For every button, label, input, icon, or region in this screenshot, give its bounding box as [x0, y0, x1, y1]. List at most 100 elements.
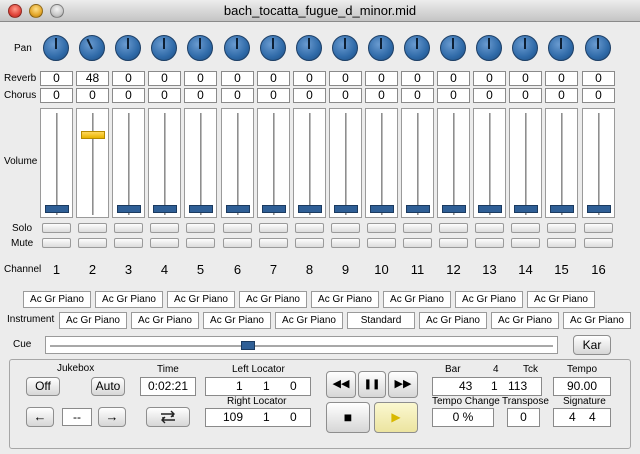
- solo-button[interactable]: [42, 223, 71, 233]
- volume-fader-thumb[interactable]: [153, 205, 177, 213]
- pan-knob[interactable]: [296, 35, 322, 61]
- instrument-button[interactable]: Ac Gr Piano: [23, 291, 91, 308]
- solo-button[interactable]: [114, 223, 143, 233]
- solo-button[interactable]: [331, 223, 360, 233]
- mute-button[interactable]: [475, 238, 504, 248]
- reverb-field[interactable]: 0: [545, 71, 578, 86]
- volume-fader-thumb[interactable]: [262, 205, 286, 213]
- pan-knob[interactable]: [440, 35, 466, 61]
- instrument-button[interactable]: Ac Gr Piano: [275, 312, 343, 329]
- loop-button[interactable]: [146, 407, 190, 427]
- signature-field[interactable]: 4 4: [553, 408, 611, 427]
- reverb-field[interactable]: 0: [293, 71, 326, 86]
- volume-fader[interactable]: [76, 108, 109, 218]
- chorus-field[interactable]: 0: [40, 88, 73, 103]
- solo-button[interactable]: [259, 223, 288, 233]
- solo-button[interactable]: [78, 223, 107, 233]
- volume-fader-thumb[interactable]: [370, 205, 394, 213]
- reverb-field[interactable]: 0: [509, 71, 542, 86]
- volume-fader-thumb[interactable]: [514, 205, 538, 213]
- cue-slider-thumb[interactable]: [241, 341, 255, 350]
- solo-button[interactable]: [475, 223, 504, 233]
- volume-fader-thumb[interactable]: [81, 131, 105, 139]
- volume-fader-thumb[interactable]: [334, 205, 358, 213]
- instrument-button[interactable]: Ac Gr Piano: [311, 291, 379, 308]
- volume-fader[interactable]: [148, 108, 181, 218]
- volume-fader[interactable]: [437, 108, 470, 218]
- jukebox-off-button[interactable]: Off: [26, 377, 60, 396]
- instrument-button[interactable]: Ac Gr Piano: [167, 291, 235, 308]
- mute-button[interactable]: [186, 238, 215, 248]
- reverb-field[interactable]: 0: [148, 71, 181, 86]
- solo-button[interactable]: [223, 223, 252, 233]
- chorus-field[interactable]: 0: [473, 88, 506, 103]
- pause-button[interactable]: ❚❚: [358, 371, 386, 398]
- instrument-button[interactable]: Ac Gr Piano: [419, 312, 487, 329]
- volume-fader[interactable]: [473, 108, 506, 218]
- volume-fader-thumb[interactable]: [406, 205, 430, 213]
- solo-button[interactable]: [584, 223, 613, 233]
- instrument-button[interactable]: Standard: [347, 312, 415, 329]
- chorus-field[interactable]: 0: [148, 88, 181, 103]
- reverb-field[interactable]: 0: [112, 71, 145, 86]
- volume-fader[interactable]: [401, 108, 434, 218]
- chorus-field[interactable]: 0: [184, 88, 217, 103]
- pan-knob[interactable]: [368, 35, 394, 61]
- prev-song-button[interactable]: ←: [26, 407, 54, 427]
- rewind-button[interactable]: ◀◀: [326, 371, 356, 398]
- volume-fader[interactable]: [112, 108, 145, 218]
- reverb-field[interactable]: 0: [221, 71, 254, 86]
- mute-button[interactable]: [367, 238, 396, 248]
- right-locator-field[interactable]: 109 1 0: [205, 408, 311, 427]
- volume-fader[interactable]: [545, 108, 578, 218]
- mute-button[interactable]: [150, 238, 179, 248]
- mute-button[interactable]: [331, 238, 360, 248]
- instrument-button[interactable]: Ac Gr Piano: [59, 312, 127, 329]
- mute-button[interactable]: [295, 238, 324, 248]
- instrument-button[interactable]: Ac Gr Piano: [563, 312, 631, 329]
- reverb-field[interactable]: 0: [257, 71, 290, 86]
- next-song-button[interactable]: →: [98, 407, 126, 427]
- fast-forward-button[interactable]: ▶▶: [388, 371, 418, 398]
- reverb-field[interactable]: 0: [184, 71, 217, 86]
- mute-button[interactable]: [259, 238, 288, 248]
- jukebox-auto-button[interactable]: Auto: [91, 377, 125, 396]
- pan-knob[interactable]: [512, 35, 538, 61]
- instrument-button[interactable]: Ac Gr Piano: [491, 312, 559, 329]
- solo-button[interactable]: [511, 223, 540, 233]
- pan-knob[interactable]: [404, 35, 430, 61]
- pan-knob[interactable]: [476, 35, 502, 61]
- reverb-field[interactable]: 0: [582, 71, 615, 86]
- mute-button[interactable]: [78, 238, 107, 248]
- solo-button[interactable]: [547, 223, 576, 233]
- volume-fader[interactable]: [329, 108, 362, 218]
- volume-fader-thumb[interactable]: [587, 205, 611, 213]
- reverb-field[interactable]: 48: [76, 71, 109, 86]
- mute-button[interactable]: [511, 238, 540, 248]
- volume-fader[interactable]: [184, 108, 217, 218]
- chorus-field[interactable]: 0: [76, 88, 109, 103]
- pan-knob[interactable]: [43, 35, 69, 61]
- pan-knob[interactable]: [224, 35, 250, 61]
- instrument-button[interactable]: Ac Gr Piano: [131, 312, 199, 329]
- mute-button[interactable]: [584, 238, 613, 248]
- chorus-field[interactable]: 0: [257, 88, 290, 103]
- stop-button[interactable]: ■: [326, 402, 370, 433]
- volume-fader[interactable]: [582, 108, 615, 218]
- chorus-field[interactable]: 0: [582, 88, 615, 103]
- volume-fader-thumb[interactable]: [189, 205, 213, 213]
- volume-fader-thumb[interactable]: [226, 205, 250, 213]
- volume-fader-thumb[interactable]: [117, 205, 141, 213]
- mute-button[interactable]: [114, 238, 143, 248]
- mute-button[interactable]: [223, 238, 252, 248]
- solo-button[interactable]: [150, 223, 179, 233]
- pan-knob[interactable]: [151, 35, 177, 61]
- chorus-field[interactable]: 0: [221, 88, 254, 103]
- volume-fader[interactable]: [221, 108, 254, 218]
- pan-knob[interactable]: [585, 35, 611, 61]
- volume-fader-thumb[interactable]: [298, 205, 322, 213]
- pan-knob[interactable]: [187, 35, 213, 61]
- volume-fader[interactable]: [257, 108, 290, 218]
- volume-fader[interactable]: [365, 108, 398, 218]
- mute-button[interactable]: [547, 238, 576, 248]
